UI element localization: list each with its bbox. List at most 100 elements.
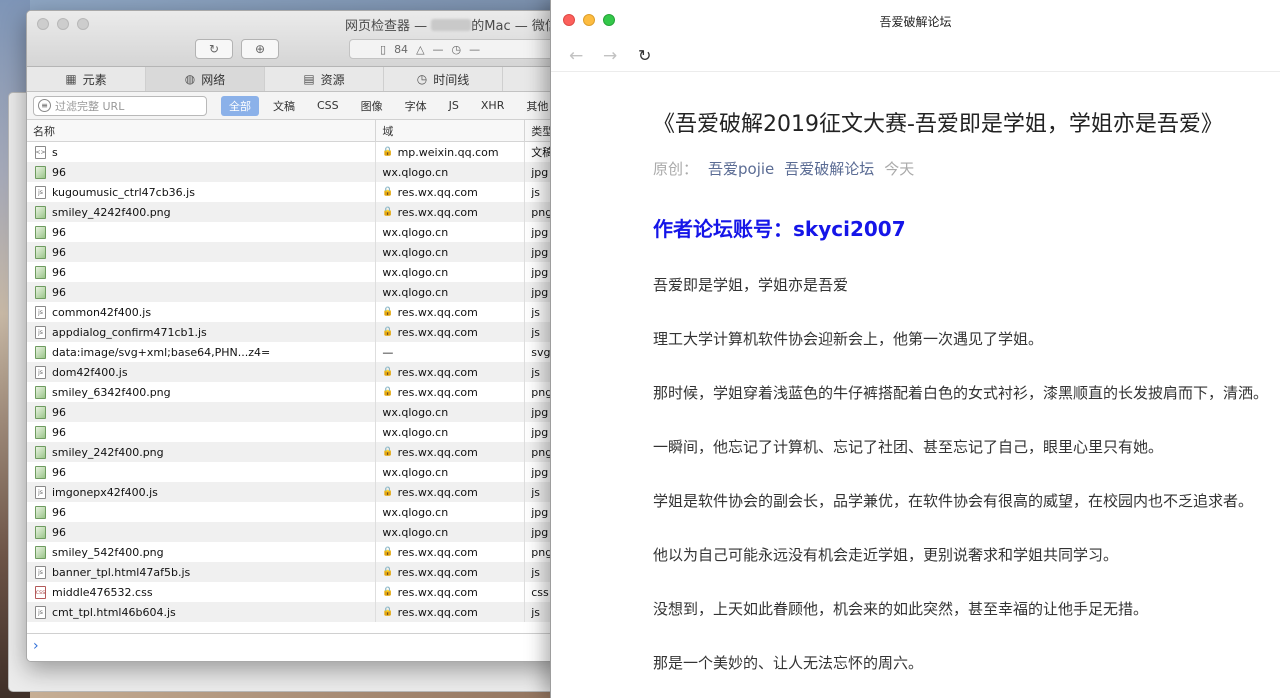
js-file-icon: js xyxy=(35,365,46,379)
minimize-button[interactable] xyxy=(57,18,69,30)
download-button[interactable]: ⊕ xyxy=(241,39,279,59)
table-row[interactable]: smiley_542f400.png 🔒 res.wx.qq.com png xyxy=(27,542,565,562)
table-row[interactable]: 96 wx.qlogo.cn jpg xyxy=(27,222,565,242)
table-row[interactable]: js appdialog_confirm471cb1.js 🔒 res.wx.qq.c… xyxy=(27,322,565,342)
table-row[interactable]: smiley_242f400.png 🔒 res.wx.qq.com png xyxy=(27,442,565,462)
row-name-cell: smiley_4242f400.png xyxy=(27,202,377,222)
row-domain-cell: wx.qlogo.cn xyxy=(376,282,526,302)
reload-icon[interactable]: ↻ xyxy=(638,46,651,65)
table-row[interactable]: 96 wx.qlogo.cn jpg xyxy=(27,502,565,522)
browser-toolbar: ← → ↻ xyxy=(551,42,1280,72)
table-row[interactable]: 96 wx.qlogo.cn jpg xyxy=(27,402,565,422)
table-row[interactable]: js cmt_tpl.html46b604.js 🔒 res.wx.qq.com js xyxy=(27,602,565,622)
filter-documents[interactable]: 文稿 xyxy=(265,96,303,116)
clock-icon: ◷ xyxy=(451,42,462,56)
column-domain[interactable]: 域 xyxy=(376,120,526,141)
inspector-title: 网页检查器 — 的Mac — 微信 xyxy=(345,15,558,34)
row-name-cell: smiley_6342f400.png xyxy=(27,382,377,402)
row-domain-cell: 🔒 res.wx.qq.com xyxy=(376,322,526,342)
download-icon: ⊕ xyxy=(254,42,266,56)
tab-timeline[interactable]: ◷ 时间线 xyxy=(384,67,503,91)
row-name: 96 xyxy=(52,405,66,419)
table-row[interactable]: js dom42f400.js 🔒 res.wx.qq.com js xyxy=(27,362,565,382)
row-domain: res.wx.qq.com xyxy=(397,585,478,599)
filter-all[interactable]: 全部 xyxy=(221,95,259,116)
row-name-cell: js cmt_tpl.html46b604.js xyxy=(27,602,377,622)
row-domain-cell: 🔒 res.wx.qq.com xyxy=(376,482,526,502)
row-domain-cell: 🔒 res.wx.qq.com xyxy=(376,562,526,582)
row-name: appdialog_confirm471cb1.js xyxy=(52,325,207,339)
resource-count: 84 xyxy=(394,42,409,56)
lock-icon: 🔒 xyxy=(382,147,394,157)
table-row[interactable]: 96 wx.qlogo.cn jpg xyxy=(27,522,565,542)
load-time: — xyxy=(469,42,481,56)
reload-page-button[interactable]: ↻ xyxy=(195,39,233,59)
filter-images[interactable]: 图像 xyxy=(353,96,391,116)
row-domain-cell: — xyxy=(376,342,526,362)
filter-xhr[interactable]: XHR xyxy=(473,97,512,114)
table-row[interactable]: 96 wx.qlogo.cn jpg xyxy=(27,282,565,302)
row-domain-cell: wx.qlogo.cn xyxy=(376,222,526,242)
filter-fonts[interactable]: 字体 xyxy=(397,96,435,116)
elements-icon: ▦ xyxy=(65,72,77,86)
row-domain-cell: wx.qlogo.cn xyxy=(376,242,526,262)
row-name: smiley_4242f400.png xyxy=(52,205,171,219)
console-input[interactable]: › xyxy=(27,633,565,661)
author-link[interactable]: 吾爱pojie xyxy=(708,158,774,179)
row-domain: mp.weixin.qq.com xyxy=(397,145,499,159)
tab-elements[interactable]: ▦ 元素 xyxy=(27,67,146,91)
row-domain: res.wx.qq.com xyxy=(397,205,478,219)
forward-arrow-icon[interactable]: → xyxy=(603,46,617,66)
author-account-line: 作者论坛账号：skyci2007 xyxy=(653,217,906,241)
table-row[interactable]: 96 wx.qlogo.cn jpg xyxy=(27,462,565,482)
row-domain: wx.qlogo.cn xyxy=(382,265,449,279)
row-name: banner_tpl.html47af5b.js xyxy=(52,565,191,579)
zoom-button[interactable] xyxy=(77,18,89,30)
table-row[interactable]: data:image/svg+xml;base64,PHN...z4= — svg xyxy=(27,342,565,362)
table-row[interactable]: 96 wx.qlogo.cn jpg xyxy=(27,262,565,282)
row-domain-cell: 🔒 res.wx.qq.com xyxy=(376,202,526,222)
image-file-icon xyxy=(35,205,46,219)
back-arrow-icon[interactable]: ← xyxy=(569,46,583,66)
row-domain: res.wx.qq.com xyxy=(397,305,478,319)
row-domain: res.wx.qq.com xyxy=(397,325,478,339)
image-file-icon xyxy=(35,545,46,559)
lock-icon: 🔒 xyxy=(382,607,394,617)
paragraph: 没想到，上天如此眷顾他，机会来的如此突然，甚至幸福的让他手足无措。 xyxy=(653,600,1149,618)
table-row[interactable]: js banner_tpl.html47af5b.js 🔒 res.wx.qq.com… xyxy=(27,562,565,582)
table-row[interactable]: js kugoumusic_ctrl47cb36.js 🔒 res.wx.qq.com… xyxy=(27,182,565,202)
table-row[interactable]: 96 wx.qlogo.cn jpg xyxy=(27,422,565,442)
table-row[interactable]: smiley_6342f400.png 🔒 res.wx.qq.com png xyxy=(27,382,565,402)
column-name[interactable]: 名称 xyxy=(27,120,377,141)
paragraph: 吾爱即是学姐，学姐亦是吾爱 xyxy=(653,276,849,294)
table-row[interactable]: 96 wx.qlogo.cn jpg xyxy=(27,162,565,182)
network-table-header: 名称 域 类型 xyxy=(27,120,565,142)
filter-css[interactable]: CSS xyxy=(309,97,347,114)
table-row[interactable]: 96 wx.qlogo.cn jpg xyxy=(27,242,565,262)
tab-resources[interactable]: ▤ 资源 xyxy=(265,67,384,91)
row-name-cell: js kugoumusic_ctrl47cb36.js xyxy=(27,182,377,202)
row-name: 96 xyxy=(52,245,66,259)
filter-url-input[interactable]: ≡ 过滤完整 URL xyxy=(33,95,207,116)
row-name-cell: 96 xyxy=(27,522,377,542)
row-name: 96 xyxy=(52,505,66,519)
row-domain-cell: wx.qlogo.cn xyxy=(376,462,526,482)
table-row[interactable]: js common42f400.js 🔒 res.wx.qq.com js xyxy=(27,302,565,322)
filter-js[interactable]: JS xyxy=(441,97,467,114)
account-link[interactable]: 吾爱破解论坛 xyxy=(784,158,874,179)
table-row[interactable]: js imgonepx42f400.js 🔒 res.wx.qq.com js xyxy=(27,482,565,502)
table-row[interactable]: smiley_4242f400.png 🔒 res.wx.qq.com png xyxy=(27,202,565,222)
tab-network[interactable]: ◍ 网络 xyxy=(146,67,265,91)
close-button[interactable] xyxy=(37,18,49,30)
table-row[interactable]: <> s 🔒 mp.weixin.qq.com 文稿 xyxy=(27,142,565,162)
image-file-icon xyxy=(35,165,46,179)
js-file-icon: js xyxy=(35,605,46,619)
row-domain: res.wx.qq.com xyxy=(397,605,478,619)
table-row[interactable]: css middle476532.css 🔒 res.wx.qq.com css xyxy=(27,582,565,602)
row-name: 96 xyxy=(52,165,66,179)
image-file-icon xyxy=(35,245,46,259)
lock-icon: 🔒 xyxy=(382,567,394,577)
web-inspector-window: 网页检查器 — 的Mac — 微信 ↻ ⊕ ▯ 84 △ — ◷ — ▦ 元素 ◍… xyxy=(26,10,566,662)
row-domain-cell: 🔒 mp.weixin.qq.com xyxy=(376,142,526,162)
row-domain-cell: wx.qlogo.cn xyxy=(376,422,526,442)
